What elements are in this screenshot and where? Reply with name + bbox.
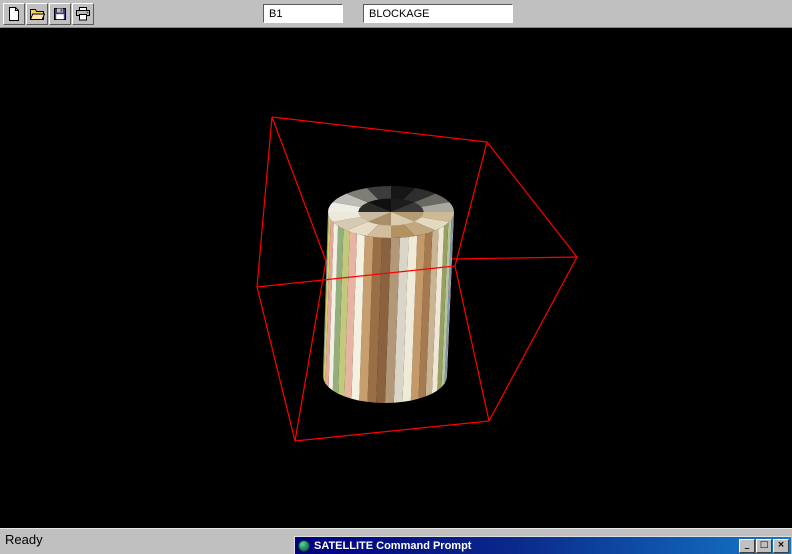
close-button[interactable]: × (773, 539, 789, 553)
status-text: Ready (5, 532, 43, 547)
open-button[interactable] (26, 3, 48, 25)
b1-field[interactable] (263, 4, 343, 23)
new-document-icon (6, 6, 22, 22)
minimize-button[interactable]: _ (739, 539, 755, 553)
3d-viewport[interactable] (0, 28, 792, 528)
bottom-window-titlebar[interactable]: SATELLITE Command Prompt _ □ × (294, 536, 791, 554)
window-icon (298, 540, 310, 552)
print-button[interactable] (72, 3, 94, 25)
scene-canvas (0, 28, 792, 528)
blockage-field[interactable] (363, 4, 513, 23)
new-document-button[interactable] (3, 3, 25, 25)
caption-buttons: _ □ × (739, 539, 789, 553)
application-window: Ready SATELLITE Command Prompt _ □ × (0, 0, 792, 554)
save-button[interactable] (49, 3, 71, 25)
toolbar (0, 0, 792, 28)
cylinder-model (323, 186, 454, 403)
save-floppy-icon (52, 6, 68, 22)
open-folder-icon (29, 6, 45, 22)
printer-icon (75, 6, 91, 22)
maximize-button[interactable]: □ (756, 539, 772, 553)
bottom-window-title: SATELLITE Command Prompt (314, 540, 739, 552)
